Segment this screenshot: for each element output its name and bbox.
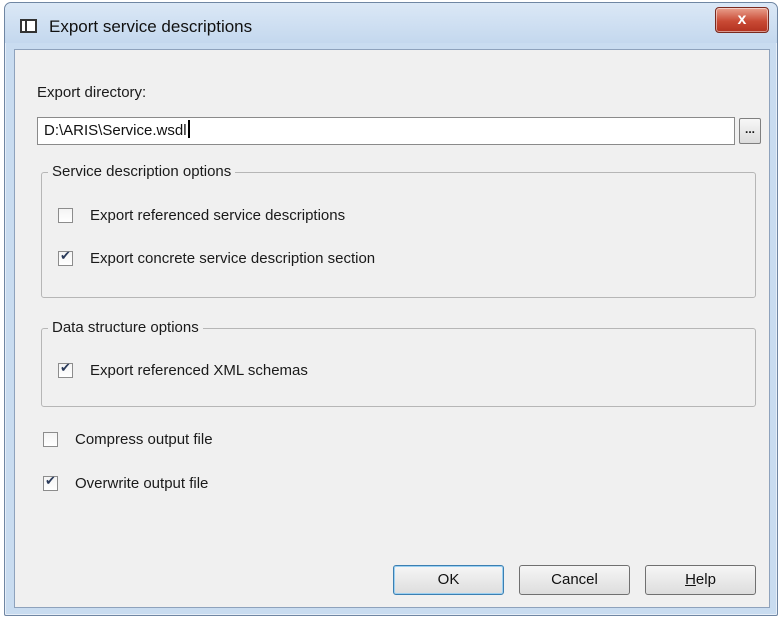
overwrite-output-file-label: Overwrite output file	[75, 475, 209, 492]
close-button[interactable]: x	[715, 7, 769, 33]
text-caret	[187, 120, 190, 138]
export-concrete-service-description-section-option[interactable]: Export concrete service description sect…	[58, 249, 376, 267]
export-directory-label: Export directory:	[37, 84, 147, 101]
export-dialog-window: Export service descriptions x Export dir…	[4, 2, 778, 616]
data-structure-options-legend: Data structure options	[48, 319, 203, 336]
browse-button[interactable]: ...	[739, 118, 761, 144]
export-referenced-xml-schemas-checkbox[interactable]	[58, 361, 73, 378]
compress-output-file-label: Compress output file	[75, 431, 213, 448]
ellipsis-icon: ...	[744, 122, 755, 136]
export-directory-value: D:\ARIS\Service.wsdl	[44, 122, 187, 139]
window-app-icon	[20, 19, 37, 33]
window-title: Export service descriptions	[49, 17, 253, 36]
cancel-button-label: Cancel	[551, 571, 598, 588]
export-referenced-service-descriptions-option[interactable]: Export referenced service descriptions	[58, 207, 345, 224]
export-referenced-service-descriptions-label: Export referenced service descriptions	[90, 207, 346, 224]
export-concrete-service-description-section-checkbox[interactable]	[58, 249, 73, 266]
export-referenced-xml-schemas-label: Export referenced XML schemas	[90, 362, 308, 379]
close-icon: x	[737, 11, 747, 28]
export-referenced-service-descriptions-checkbox[interactable]	[58, 208, 73, 223]
compress-output-file-checkbox[interactable]	[43, 432, 58, 447]
dialog-client-area: Export directory: D:\ARIS\Service.wsdl .…	[14, 49, 770, 608]
ok-button-label: OK	[437, 571, 460, 588]
overwrite-output-file-option[interactable]: Overwrite output file	[43, 474, 209, 492]
cancel-button[interactable]: Cancel	[519, 565, 630, 595]
help-button-label: elp	[695, 571, 716, 588]
help-button-mnemonic: H	[685, 571, 696, 588]
service-description-options-group: Service description options Export refer…	[41, 163, 756, 298]
ok-button[interactable]: OK	[393, 565, 504, 595]
overwrite-output-file-checkbox[interactable]	[43, 474, 58, 491]
title-bar: Export service descriptions x	[5, 3, 777, 43]
export-concrete-service-description-section-label: Export concrete service description sect…	[90, 250, 376, 267]
export-directory-input[interactable]: D:\ARIS\Service.wsdl	[37, 117, 735, 145]
help-button[interactable]: Help	[645, 565, 756, 595]
service-description-options-legend: Service description options	[48, 163, 236, 180]
data-structure-options-group: Data structure options Export referenced…	[41, 319, 756, 407]
compress-output-file-option[interactable]: Compress output file	[43, 431, 213, 448]
export-referenced-xml-schemas-option[interactable]: Export referenced XML schemas	[58, 361, 308, 379]
